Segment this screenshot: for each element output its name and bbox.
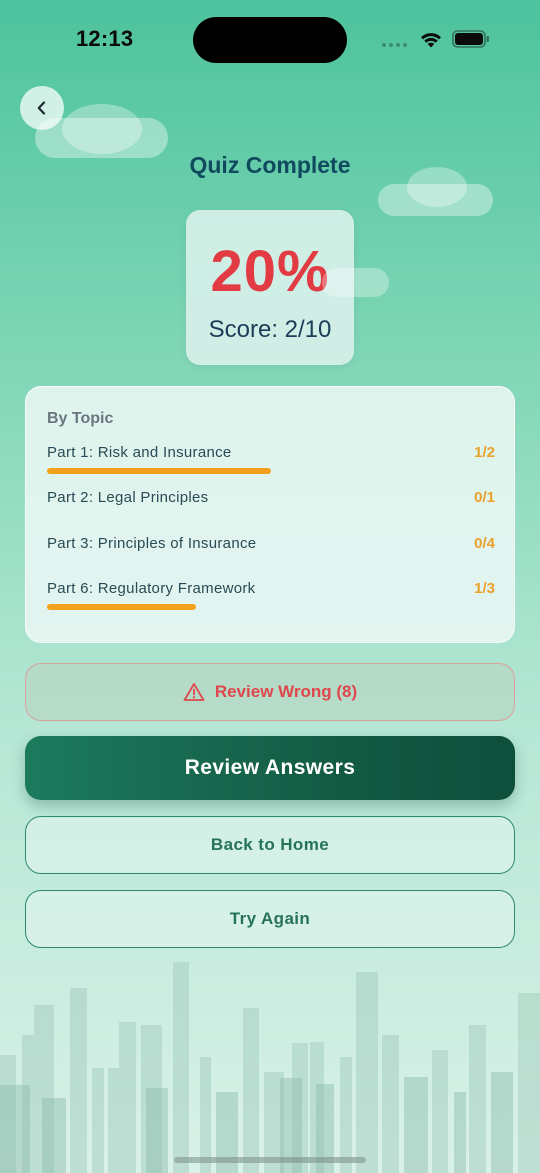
topic-progress-bar — [47, 604, 495, 610]
try-again-label: Try Again — [229, 909, 311, 928]
topic-progress-fill — [47, 468, 271, 474]
review-answers-button[interactable]: Review Answers — [25, 736, 515, 800]
topic-score: 0/4 — [474, 535, 495, 552]
battery-icon — [452, 30, 489, 48]
topic-score: 0/1 — [474, 489, 495, 506]
topic-breakdown-card: By Topic Part 1: Risk and Insurance 1/2 … — [25, 386, 515, 643]
review-answers-label: Review Answers — [184, 756, 356, 779]
topic-row: Part 1: Risk and Insurance 1/2 — [47, 444, 495, 484]
score-label: Score: 2/10 — [208, 316, 332, 343]
review-wrong-label: Review Wrong (8) — [214, 682, 358, 701]
back-to-home-button[interactable]: Back to Home — [25, 816, 515, 874]
topic-row: Part 3: Principles of Insurance 0/4 — [47, 535, 495, 575]
cloud-decoration — [322, 268, 389, 297]
topic-score: 1/3 — [474, 580, 495, 597]
topic-row: Part 2: Legal Principles 0/1 — [47, 489, 495, 529]
topic-name: Part 6: Regulatory Framework — [47, 580, 256, 597]
status-time: 12:13 — [76, 26, 134, 51]
home-indicator[interactable] — [174, 1157, 366, 1163]
topic-progress-bar — [47, 559, 495, 565]
topic-progress-fill — [47, 604, 197, 610]
try-again-button[interactable]: Try Again — [25, 890, 515, 948]
city-skyline-decoration — [0, 962, 540, 1173]
topic-name: Part 1: Risk and Insurance — [47, 444, 232, 461]
topic-progress-bar — [47, 468, 495, 474]
wifi-icon — [421, 33, 441, 48]
topic-name: Part 2: Legal Principles — [47, 489, 209, 506]
topic-progress-bar — [47, 513, 495, 519]
back-to-home-label: Back to Home — [210, 835, 330, 854]
dynamic-island — [193, 17, 347, 63]
page-title: Quiz Complete — [189, 152, 351, 178]
chevron-left-icon — [37, 101, 46, 115]
topic-score: 1/2 — [474, 444, 495, 461]
warning-triangle-icon — [183, 683, 205, 701]
review-wrong-button[interactable]: Review Wrong (8) — [25, 663, 515, 721]
topic-name: Part 3: Principles of Insurance — [47, 535, 257, 552]
topic-row: Part 6: Regulatory Framework 1/3 — [47, 580, 495, 620]
cloud-decoration — [378, 184, 493, 216]
topic-heading: By Topic — [47, 410, 114, 427]
cellular-signal-icon — [382, 43, 407, 47]
back-button[interactable] — [20, 86, 64, 130]
